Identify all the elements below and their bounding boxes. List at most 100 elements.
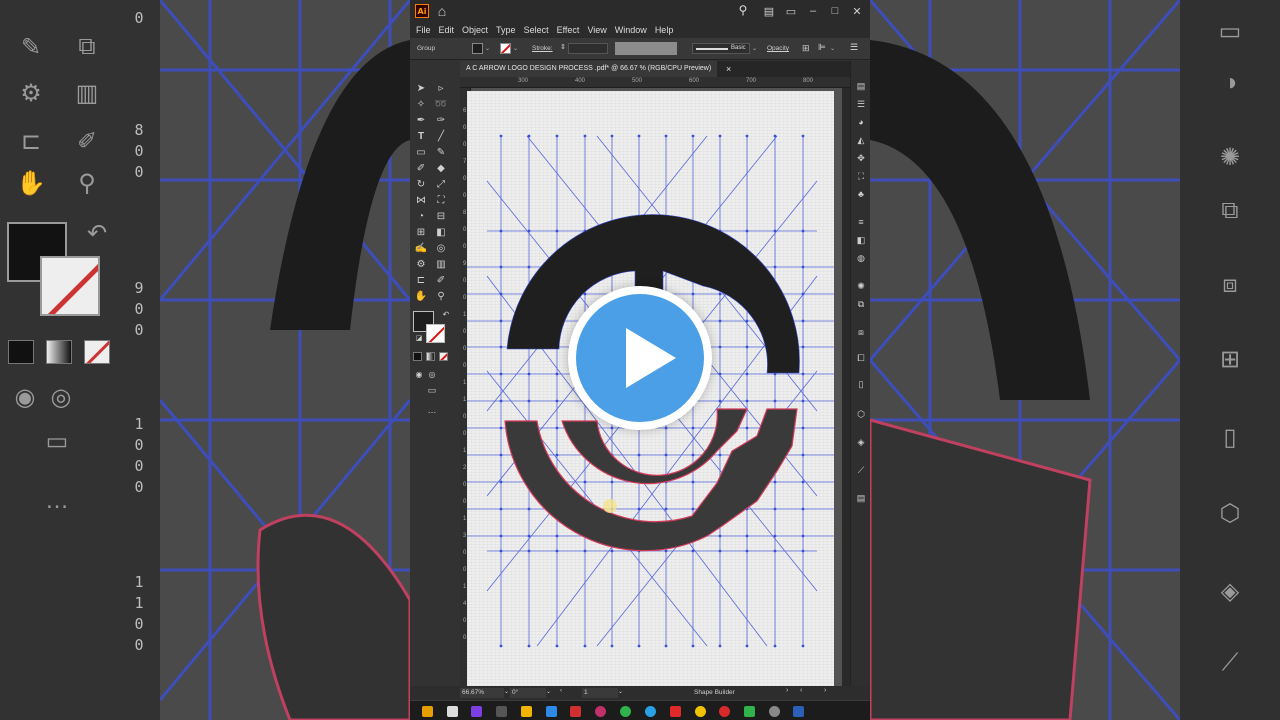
zoom-field[interactable]: 66.67%	[460, 688, 504, 698]
magic-wand-tool-icon[interactable]: ✧	[413, 97, 429, 111]
scale-tool-icon[interactable]: ⤢	[433, 177, 449, 191]
stroke-color-swatch[interactable]	[500, 43, 511, 54]
zoom-tool-icon[interactable]: ⚲	[433, 289, 449, 303]
artboard-tool-icon[interactable]: ⊏	[413, 273, 429, 287]
chevron-down-icon[interactable]: ⌄	[752, 45, 757, 52]
fill-color-swatch[interactable]	[472, 43, 483, 54]
transform-panel-icon[interactable]: ⧈	[854, 325, 868, 339]
3d-panel-icon[interactable]: ⬡	[854, 407, 868, 421]
align-panel-icon[interactable]: ⧠	[854, 351, 868, 365]
taskbar-app-icon[interactable]	[496, 706, 507, 717]
taskbar-app-icon[interactable]	[744, 706, 755, 717]
transparency-panel-icon[interactable]: ◍	[854, 251, 868, 265]
stroke-panel-icon[interactable]: ≡	[854, 215, 868, 229]
taskbar-app-icon[interactable]	[471, 706, 482, 717]
free-transform-tool-icon[interactable]: ⛶	[433, 193, 449, 207]
gradient-mode-button[interactable]	[426, 352, 435, 361]
color-guide-icon[interactable]: ◭	[854, 133, 868, 147]
stroke-label[interactable]: Stroke:	[532, 45, 553, 52]
vertical-scrollbar[interactable]	[842, 88, 850, 686]
opacity-label[interactable]: Opacity	[767, 45, 789, 52]
menu-window[interactable]: Window	[611, 25, 651, 35]
menu-type[interactable]: Type	[492, 25, 520, 35]
close-button[interactable]: ✕	[848, 2, 866, 20]
blend-tool-icon[interactable]: ◎	[433, 241, 449, 255]
menu-view[interactable]: View	[583, 25, 610, 35]
workspace-icon[interactable]: ▭	[782, 2, 800, 20]
minimize-button[interactable]: –	[804, 2, 822, 20]
taskbar-app-icon[interactable]	[546, 706, 557, 717]
eyedropper-tool-icon[interactable]: ✍	[413, 241, 429, 255]
chevron-down-icon[interactable]: ⌄	[513, 45, 518, 52]
mesh-tool-icon[interactable]: ⊞	[413, 225, 429, 239]
play-button[interactable]	[568, 286, 712, 430]
opera-icon[interactable]	[719, 706, 730, 717]
stroke-weight-field[interactable]	[568, 43, 608, 54]
variable-width-profile[interactable]	[615, 42, 677, 55]
swatches-panel-icon[interactable]: ✥	[854, 151, 868, 165]
menu-help[interactable]: Help	[651, 25, 678, 35]
rotate-tool-icon[interactable]: ↻	[413, 177, 429, 191]
perspective-grid-tool-icon[interactable]: ⊟	[433, 209, 449, 223]
recolor-icon[interactable]: ⊞	[802, 43, 810, 54]
brushes-panel-icon[interactable]: ⛶	[854, 169, 868, 183]
curvature-tool-icon[interactable]: ✑	[433, 113, 449, 127]
panel-menu-icon[interactable]: ☰	[850, 42, 858, 53]
properties-panel-icon[interactable]: ▤	[854, 79, 868, 93]
column-graph-tool-icon[interactable]: ▥	[433, 257, 449, 271]
swap-fill-stroke-icon[interactable]: ↶	[438, 307, 454, 321]
scroll-right-icon[interactable]: ›	[824, 687, 826, 694]
menu-edit[interactable]: Edit	[435, 25, 459, 35]
file-explorer-icon[interactable]	[521, 706, 532, 717]
taskbar-app-icon[interactable]	[670, 706, 681, 717]
asset-export-icon[interactable]: ⟋	[854, 463, 868, 477]
gradient-panel-icon[interactable]: ◧	[854, 233, 868, 247]
taskbar-app-icon[interactable]	[620, 706, 631, 717]
shape-builder-tool-icon[interactable]: ◔	[413, 209, 429, 223]
shaper-tool-icon[interactable]: ✐	[413, 161, 429, 175]
horizontal-ruler[interactable]: 300 400 500 600 700 800	[460, 77, 850, 88]
type-tool-icon[interactable]: T	[413, 129, 429, 143]
taskbar-app-icon[interactable]	[595, 706, 606, 717]
none-mode-button[interactable]	[439, 352, 448, 361]
word-icon[interactable]	[793, 706, 804, 717]
status-menu-icon[interactable]: ›	[786, 687, 788, 694]
pathfinder-panel-icon[interactable]: ▯	[854, 377, 868, 391]
symbols-panel-icon[interactable]: ♣	[854, 187, 868, 201]
chrome-icon[interactable]	[695, 706, 706, 717]
symbol-sprayer-tool-icon[interactable]: ⚙	[413, 257, 429, 271]
menu-select[interactable]: Select	[520, 25, 553, 35]
default-colors-icon[interactable]: ◪	[411, 331, 427, 345]
search-icon[interactable]: ⚲	[735, 3, 751, 19]
rectangle-tool-icon[interactable]: ▭	[413, 145, 429, 159]
taskbar-app-icon[interactable]	[570, 706, 581, 717]
menu-object[interactable]: Object	[458, 25, 492, 35]
width-tool-icon[interactable]: ⋈	[413, 193, 429, 207]
eraser-tool-icon[interactable]: ◆	[433, 161, 449, 175]
artboards-panel-icon[interactable]: ▤	[854, 491, 868, 505]
layers-panel-icon[interactable]: ◈	[854, 435, 868, 449]
line-tool-icon[interactable]: ╱	[433, 129, 449, 143]
color-mode-button[interactable]	[413, 352, 422, 361]
pen-tool-icon[interactable]: ✒	[413, 113, 429, 127]
document-tab[interactable]: A C ARROW LOGO DESIGN PROCESS .pdf* @ 66…	[460, 61, 718, 77]
menu-file[interactable]: File	[412, 25, 435, 35]
stepper-icon[interactable]: ⇕	[560, 43, 566, 51]
maximize-button[interactable]: □	[826, 2, 844, 20]
taskbar-app-icon[interactable]	[422, 706, 433, 717]
align-icon[interactable]: ⊫	[818, 42, 826, 53]
stroke-swatch[interactable]	[426, 324, 445, 343]
chevron-down-icon[interactable]: ⌄	[830, 45, 835, 52]
home-icon[interactable]: ⌂	[434, 3, 450, 19]
draw-behind-icon[interactable]: ◎	[424, 367, 440, 381]
edit-toolbar-icon[interactable]: …	[424, 403, 440, 417]
appearance-panel-icon[interactable]: ✺	[854, 279, 868, 293]
taskbar-app-icon[interactable]	[769, 706, 780, 717]
screen-mode-icon[interactable]: ▭	[424, 383, 440, 397]
chevron-down-icon[interactable]: ⌄	[504, 688, 509, 695]
scroll-left-icon[interactable]: ‹	[800, 687, 802, 694]
chevron-down-icon[interactable]: ⌄	[485, 45, 490, 52]
rotation-field[interactable]: 0°	[510, 688, 546, 698]
close-tab-icon[interactable]: ×	[726, 61, 731, 77]
gradient-tool-icon[interactable]: ◧	[433, 225, 449, 239]
